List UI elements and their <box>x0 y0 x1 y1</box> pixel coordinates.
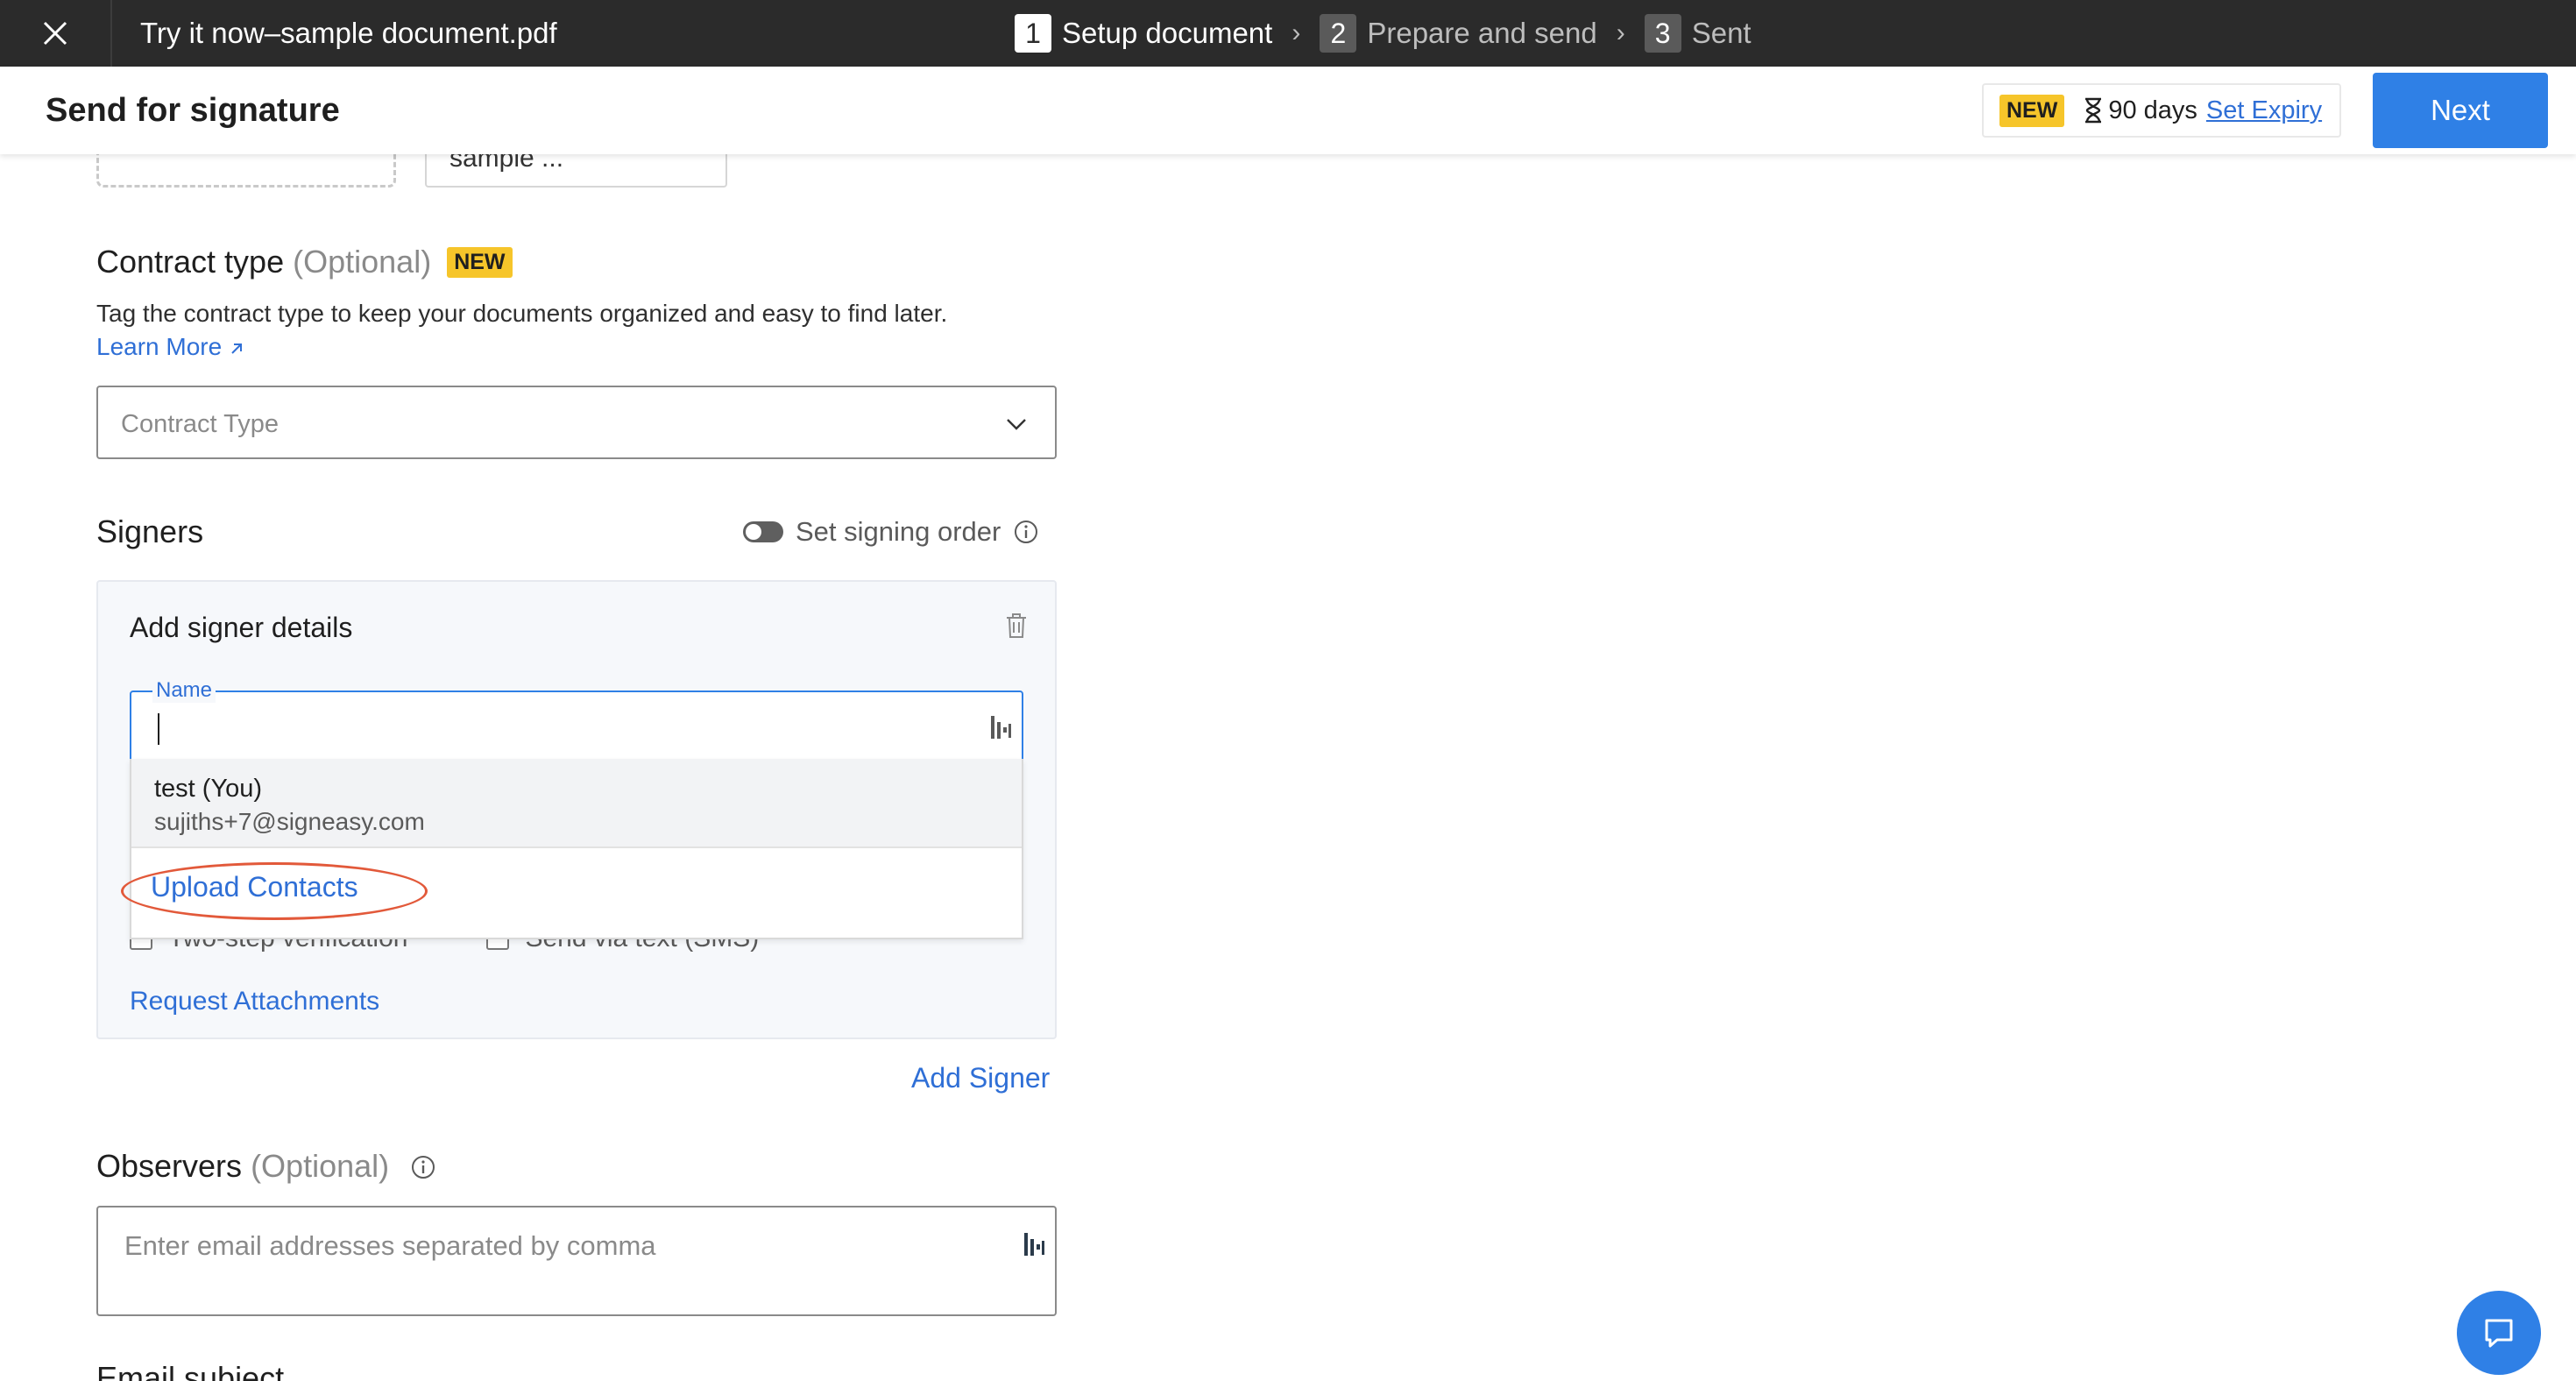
chevron-right-icon: › <box>1292 18 1301 47</box>
contacts-book-icon[interactable] <box>988 713 1013 741</box>
chat-support-button[interactable] <box>2457 1291 2541 1375</box>
suggestion-item[interactable]: test (You) sujiths+7@signeasy.com <box>131 759 1022 848</box>
step-label: Sent <box>1691 17 1752 49</box>
observers-heading: Observers (Optional) <box>96 1148 436 1185</box>
add-signer-link[interactable]: Add Signer <box>911 1062 1050 1094</box>
step-number: 2 <box>1320 14 1357 53</box>
signing-order-label: Set signing order <box>796 516 1001 547</box>
document-thumbnail-label: sample ... <box>449 154 564 173</box>
main-content: sample ... Contract type (Optional) NEW … <box>0 154 2576 1381</box>
contract-type-description: Tag the contract type to keep your docum… <box>96 300 948 327</box>
set-expiry-link[interactable]: Set Expiry <box>2206 96 2322 125</box>
step-sent[interactable]: 3 Sent <box>1644 14 1752 53</box>
optional-label: (Optional) <box>293 244 432 280</box>
signing-order-control: Set signing order <box>743 516 1039 548</box>
signers-title: Signers <box>96 513 204 549</box>
signer-suggestions-dropdown: test (You) sujiths+7@signeasy.com Upload… <box>130 759 1023 939</box>
chevron-right-icon: › <box>1616 18 1625 47</box>
contract-type-placeholder: Contract Type <box>121 410 280 438</box>
expiry-days: 90 days <box>2108 96 2197 124</box>
chat-bubble-icon <box>2485 1319 2513 1348</box>
info-icon[interactable] <box>410 1154 436 1180</box>
step-number: 1 <box>1015 14 1051 53</box>
upload-contacts-link[interactable]: Upload Contacts <box>151 871 358 903</box>
signing-order-toggle[interactable] <box>743 521 783 542</box>
page-header: Send for signature NEW 90 days Set Expir… <box>0 67 2576 154</box>
new-badge: NEW <box>1999 94 2065 127</box>
step-label: Prepare and send <box>1367 17 1597 49</box>
contacts-book-icon[interactable] <box>1022 1230 1046 1258</box>
step-label: Setup document <box>1062 17 1273 49</box>
name-field-label: Name <box>152 678 216 703</box>
email-subject-title: Email subject <box>96 1360 285 1381</box>
page-title: Send for signature <box>46 92 340 129</box>
external-link-icon <box>231 343 242 354</box>
document-title: Try it now–sample document.pdf <box>140 17 557 49</box>
observers-input[interactable]: Enter email addresses separated by comma <box>96 1206 1057 1316</box>
learn-more-link[interactable]: Learn More <box>96 333 244 361</box>
suggestion-name: test (You) <box>154 775 263 803</box>
document-thumbnail[interactable]: sample ... <box>425 154 727 188</box>
request-attachments-link[interactable]: Request Attachments <box>130 987 379 1016</box>
contract-type-heading: Contract type (Optional) NEW <box>96 244 513 280</box>
new-badge: NEW <box>447 247 513 278</box>
text-cursor <box>158 713 159 745</box>
step-number: 3 <box>1644 14 1681 53</box>
step-progress: 1 Setup document › 2 Prepare and send › … <box>1015 0 1752 67</box>
trash-icon[interactable] <box>1004 612 1029 640</box>
suggestion-email: sujiths+7@signeasy.com <box>154 808 425 835</box>
next-button[interactable]: Next <box>2373 73 2548 148</box>
close-button[interactable] <box>0 0 112 67</box>
top-bar: Try it now–sample document.pdf 1 Setup d… <box>0 0 2576 67</box>
contract-type-select[interactable]: Contract Type <box>96 386 1057 459</box>
learn-more-label: Learn More <box>96 333 223 360</box>
signer-name-input[interactable]: Name <box>130 678 1023 762</box>
contract-type-title: Contract type <box>96 244 285 280</box>
step-prepare-and-send[interactable]: 2 Prepare and send <box>1320 14 1597 53</box>
hourglass-icon <box>2084 97 2103 124</box>
optional-label: (Optional) <box>251 1148 390 1184</box>
upload-drop-zone[interactable] <box>96 154 396 188</box>
observers-title: Observers <box>96 1148 243 1184</box>
step-setup-document[interactable]: 1 Setup document <box>1015 14 1272 53</box>
expiry-control: NEW 90 days Set Expiry <box>1982 83 2341 138</box>
info-icon[interactable] <box>1013 519 1039 545</box>
chevron-down-icon <box>1007 419 1026 430</box>
signer-card-title: Add signer details <box>130 612 353 643</box>
observers-placeholder: Enter email addresses separated by comma <box>124 1230 656 1261</box>
close-icon <box>43 21 67 46</box>
